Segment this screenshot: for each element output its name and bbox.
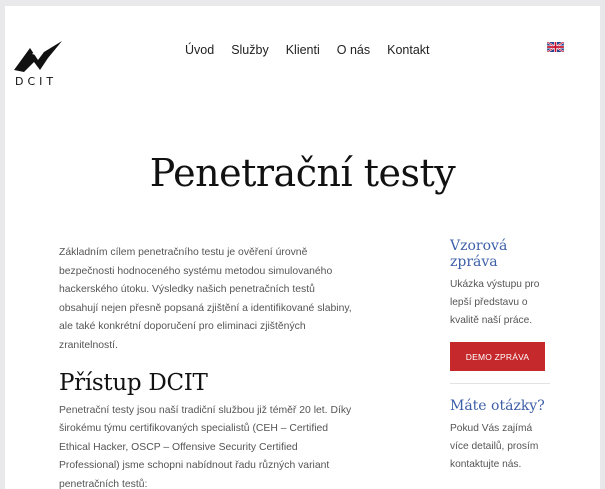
section-heading: Přístup DCIT <box>59 369 208 396</box>
nav-item-kontakt[interactable]: Kontakt <box>387 43 429 57</box>
nav-item-uvod[interactable]: Úvod <box>185 43 214 57</box>
uk-flag-icon[interactable] <box>546 39 565 53</box>
nav-item-o-nas[interactable]: O nás <box>337 43 370 57</box>
section-paragraph: Penetrační testy jsou naší tradiční služ… <box>59 404 352 489</box>
dcit-logo[interactable]: DCIT <box>12 36 64 88</box>
intro-paragraph: Základním cílem penetračního testu je ov… <box>59 247 352 351</box>
demo-report-button[interactable]: DEMO ZPRÁVA <box>450 342 545 371</box>
main-nav: Úvod Služby Klienti O nás Kontakt <box>185 43 447 57</box>
svg-text:DCIT: DCIT <box>15 75 57 88</box>
divider <box>450 383 550 384</box>
questions-heading: Máte otázky? <box>450 398 545 414</box>
main-content: Základním cílem penetračního testu je ov… <box>59 244 354 489</box>
sample-report-text: Ukázka výstupu pro lepší představu o kva… <box>450 279 540 326</box>
nav-item-klienti[interactable]: Klienti <box>286 43 320 57</box>
questions-text: Pokud Vás zajímá více detailů, prosím ko… <box>450 423 539 470</box>
logo-mark-icon: DCIT <box>14 41 62 88</box>
nav-item-sluzby[interactable]: Služby <box>231 43 269 57</box>
page: DCIT Úvod Služby Klienti O nás Kontakt P… <box>5 6 600 489</box>
sample-report-heading: Vzorová zpráva <box>450 238 508 270</box>
sidebar: Vzorová zpráva Ukázka výstupu pro lepší … <box>450 238 550 474</box>
page-title: Penetrační testy <box>149 151 456 195</box>
